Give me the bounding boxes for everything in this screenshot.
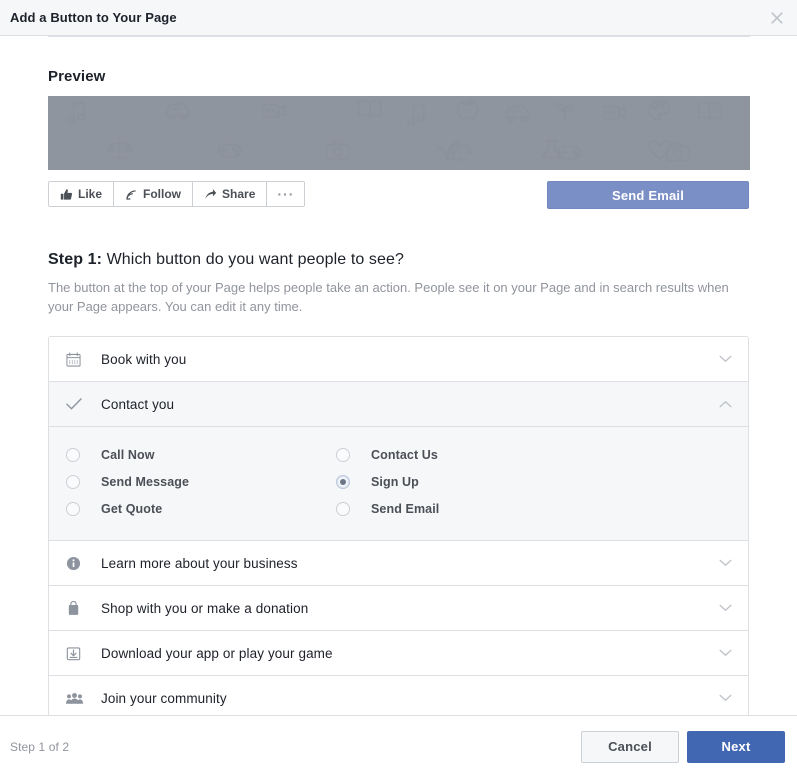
- accordion-header-book-with-you[interactable]: Book with you: [49, 337, 748, 381]
- check-icon: [66, 397, 83, 411]
- radio-option-send-email[interactable]: Send Email: [319, 495, 748, 522]
- cta-preview-label: Send Email: [611, 187, 685, 203]
- follow-button[interactable]: Follow: [114, 182, 194, 206]
- page-actions-row: Like Follow Share ··· Send Email: [48, 181, 749, 209]
- accordion-label: Learn more about your business: [101, 555, 298, 571]
- cta-preview-button[interactable]: Send Email: [547, 181, 749, 209]
- share-button-label: Share: [222, 187, 256, 201]
- accordion-item-download-app: Download your app or play your game: [49, 631, 748, 676]
- accordion-item-contact-you: Contact you Call Now Contact Us Send Mes…: [49, 382, 748, 541]
- contact-you-options-panel: Call Now Contact Us Send Message Sign Up…: [49, 426, 748, 540]
- page-cover-preview: [48, 96, 750, 170]
- calendar-icon: [66, 351, 83, 367]
- chevron-down-icon: [717, 559, 733, 567]
- accordion-label: Shop with you or make a donation: [101, 600, 309, 616]
- step-description: The button at the top of your Page helps…: [48, 280, 729, 314]
- accordion-header-join-community[interactable]: Join your community: [49, 676, 748, 715]
- page-button-group: Like Follow Share ···: [48, 181, 306, 207]
- dialog-body: Preview Like Follow Share ··· Send Email…: [0, 37, 797, 715]
- chevron-down-icon: [717, 355, 733, 363]
- accordion-item-book-with-you: Book with you: [49, 337, 748, 382]
- next-button[interactable]: Next: [687, 730, 785, 763]
- radio-label: Contact Us: [371, 447, 438, 462]
- chevron-down-icon: [717, 649, 733, 657]
- radio-indicator: [66, 447, 80, 462]
- chevron-down-icon: [717, 694, 733, 702]
- radio-option-send-message[interactable]: Send Message: [49, 468, 319, 495]
- more-options-button[interactable]: ···: [267, 182, 305, 206]
- follow-icon: [125, 188, 138, 201]
- radio-option-sign-up[interactable]: Sign Up: [319, 468, 748, 495]
- share-arrow-icon: [204, 188, 217, 201]
- accordion-item-learn-more: Learn more about your business: [49, 541, 748, 586]
- share-button[interactable]: Share: [193, 182, 268, 206]
- radio-label: Get Quote: [101, 501, 163, 516]
- radio-label: Call Now: [101, 447, 155, 462]
- close-icon[interactable]: [767, 8, 787, 28]
- add-button-dialog: Add a Button to Your Page Preview Like F…: [0, 0, 797, 777]
- info-icon: [66, 556, 83, 571]
- cancel-button-label: Cancel: [608, 739, 652, 754]
- download-icon: [66, 646, 83, 661]
- dialog-header: Add a Button to Your Page: [0, 0, 797, 36]
- like-button-label: Like: [78, 187, 103, 201]
- thumbs-up-icon: [60, 188, 73, 201]
- people-icon: [66, 692, 83, 705]
- chevron-down-icon: [717, 604, 733, 612]
- accordion-header-learn-more[interactable]: Learn more about your business: [49, 541, 748, 585]
- radio-label: Sign Up: [371, 474, 419, 489]
- accordion-label: Join your community: [101, 690, 227, 706]
- radio-label: Send Email: [371, 501, 440, 516]
- radio-indicator: [336, 447, 350, 462]
- accordion-item-join-community: Join your community: [49, 676, 748, 715]
- accordion-header-shop-or-donate[interactable]: Shop with you or make a donation: [49, 586, 748, 630]
- radio-option-contact-us[interactable]: Contact Us: [319, 441, 748, 468]
- radio-indicator: [336, 501, 350, 516]
- step-question: Which button do you want people to see?: [106, 251, 405, 268]
- accordion-label: Download your app or play your game: [101, 645, 333, 661]
- ellipsis-icon: ···: [277, 186, 295, 202]
- follow-button-label: Follow: [143, 187, 182, 201]
- contact-you-radio-group: Call Now Contact Us Send Message Sign Up…: [49, 441, 748, 522]
- accordion-header-download-app[interactable]: Download your app or play your game: [49, 631, 748, 675]
- radio-indicator: [66, 474, 80, 489]
- footer-actions: Cancel Next: [581, 730, 785, 763]
- accordion-label: Book with you: [101, 351, 187, 367]
- radio-option-get-quote[interactable]: Get Quote: [49, 495, 319, 522]
- step-label: Step 1:: [48, 251, 103, 268]
- accordion-label: Contact you: [101, 396, 175, 412]
- radio-indicator: [66, 501, 80, 516]
- shopping-bag-icon: [66, 600, 83, 616]
- accordion-header-contact-you[interactable]: Contact you: [49, 382, 748, 426]
- cancel-button[interactable]: Cancel: [581, 730, 679, 763]
- next-button-label: Next: [721, 739, 751, 754]
- accordion-item-shop-or-donate: Shop with you or make a donation: [49, 586, 748, 631]
- dialog-title: Add a Button to Your Page: [10, 10, 177, 25]
- button-category-accordion: Book with you Contact you Call Now Conta…: [48, 336, 749, 715]
- step-counter: Step 1 of 2: [10, 739, 70, 754]
- radio-label: Send Message: [101, 474, 190, 489]
- chevron-up-icon: [717, 400, 733, 408]
- like-button[interactable]: Like: [49, 182, 115, 206]
- radio-option-call-now[interactable]: Call Now: [49, 441, 319, 468]
- step-heading: Step 1: Which button do you want people …: [48, 251, 749, 269]
- radio-indicator-selected: [336, 474, 350, 489]
- preview-heading: Preview: [48, 68, 106, 85]
- dialog-footer: Step 1 of 2 Cancel Next: [0, 715, 797, 777]
